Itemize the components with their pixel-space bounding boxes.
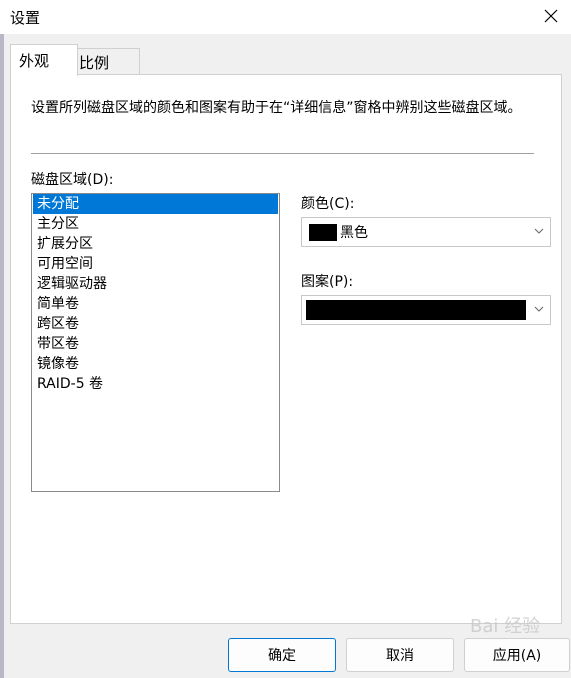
color-value: 黑色 bbox=[340, 225, 368, 241]
color-swatch bbox=[309, 224, 337, 241]
window-title: 设置 bbox=[10, 9, 41, 27]
description-text: 设置所列磁盘区域的颜色和图案有助于在“详细信息”窗格中辨别这些磁盘区域。 bbox=[31, 100, 522, 116]
list-item[interactable]: 未分配 bbox=[33, 194, 278, 214]
color-label: 颜色(C): bbox=[301, 196, 355, 212]
tab-appearance[interactable]: 外观 bbox=[10, 44, 78, 76]
apply-button[interactable]: 应用(A) bbox=[464, 638, 570, 672]
list-item[interactable]: 主分区 bbox=[33, 214, 278, 234]
appearance-panel: 设置所列磁盘区域的颜色和图案有助于在“详细信息”窗格中辨别这些磁盘区域。 磁盘区… bbox=[10, 74, 562, 624]
cancel-button[interactable]: 取消 bbox=[346, 638, 454, 672]
list-item[interactable]: 跨区卷 bbox=[33, 314, 278, 334]
list-item[interactable]: 带区卷 bbox=[33, 334, 278, 354]
ok-button[interactable]: 确定 bbox=[228, 638, 336, 672]
list-item[interactable]: 可用空间 bbox=[33, 254, 278, 274]
close-icon bbox=[544, 9, 558, 23]
list-item[interactable]: 扩展分区 bbox=[33, 234, 278, 254]
tab-scale[interactable]: 比例 bbox=[70, 48, 140, 75]
close-button[interactable] bbox=[531, 0, 571, 32]
background-window-edge bbox=[0, 34, 4, 678]
pattern-label: 图案(P): bbox=[301, 274, 354, 290]
pattern-dropdown[interactable] bbox=[301, 295, 551, 325]
list-item[interactable]: RAID-5 卷 bbox=[33, 374, 278, 394]
color-dropdown[interactable]: 黑色 bbox=[301, 217, 551, 247]
disk-region-label: 磁盘区域(D): bbox=[31, 172, 114, 188]
list-item[interactable]: 简单卷 bbox=[33, 294, 278, 314]
chevron-down-icon bbox=[534, 306, 544, 312]
chevron-down-icon bbox=[534, 228, 544, 234]
list-item[interactable]: 逻辑驱动器 bbox=[33, 274, 278, 294]
disk-region-listbox[interactable]: 未分配 主分区 扩展分区 可用空间 逻辑驱动器 简单卷 跨区卷 带区卷 镜像卷 RAID-5 卷 bbox=[31, 193, 280, 492]
list-item[interactable]: 镜像卷 bbox=[33, 354, 278, 374]
button-bar: 确定 取消 应用(A) bbox=[0, 622, 571, 678]
divider bbox=[31, 153, 534, 154]
pattern-swatch bbox=[306, 300, 526, 320]
title-bar: 设置 bbox=[0, 0, 571, 34]
